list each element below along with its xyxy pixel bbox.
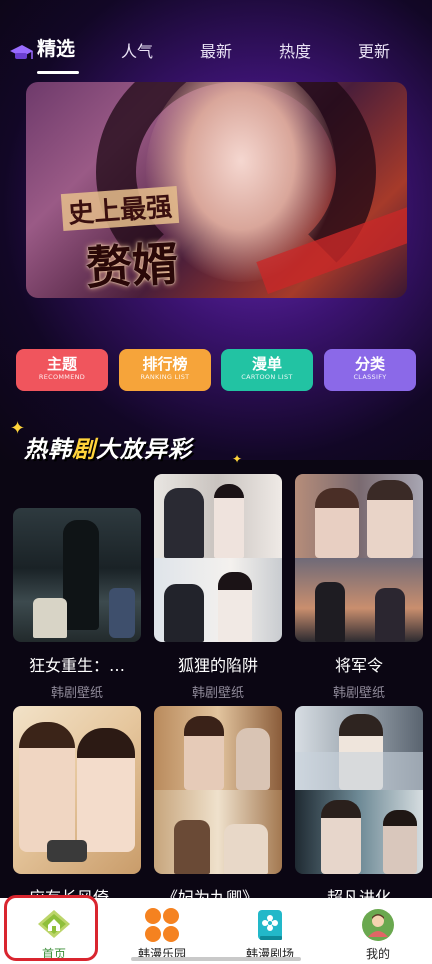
tab-hot[interactable]: 热度 [279,38,311,62]
sparkle-icon: ✦ [232,452,243,466]
drama-card[interactable]: 超凡进化 [295,706,423,908]
category-label: 分类 [354,355,385,373]
category-label: 排行榜 [142,355,188,373]
drama-card[interactable]: 狂女重生：… 韩剧壁纸 [13,508,141,701]
drama-thumbnail [295,706,423,874]
nav-comic-theater[interactable]: 韩漫剧场 [216,898,324,964]
profile-icon [362,909,394,941]
sparkle-icon: ✦ [10,418,26,439]
category-label: 漫单 [251,355,282,373]
section-title-text: 热韩剧大放异彩 [24,437,192,463]
category-buttons: 主题 RECOMMEND 排行榜 RANKING LIST 漫单 CARTOON… [16,349,416,391]
nav-comic-park[interactable]: 韩漫乐园 [108,898,216,964]
top-tab-bar: 精选 人气 最新 热度 更新 [0,28,432,74]
drama-card[interactable]: 狐狸的陷阱 韩剧壁纸 [154,474,282,701]
drama-thumbnail [154,706,282,874]
flower-book-icon [258,910,282,940]
drama-subtitle: 韩剧壁纸 [332,686,385,701]
grid-icon [145,908,179,942]
category-list-button[interactable]: 漫单 CARTOON LIST [221,349,313,391]
home-indicator[interactable] [131,957,301,961]
category-theme-button[interactable]: 主题 RECOMMEND [16,349,108,391]
drama-title: 狐狸的陷阱 [177,656,258,675]
drama-title: 将军令 [334,656,383,675]
category-sublabel: CARTOON LIST [241,373,293,381]
drama-card[interactable]: 应有长风倚… [13,706,141,908]
nav-label: 我的 [365,947,390,961]
category-label: 主题 [46,355,77,373]
drama-thumbnail [295,474,423,642]
drama-thumbnail [154,474,282,642]
drama-title: 狂女重生：… [28,656,125,675]
selection-highlight [4,895,98,961]
category-sublabel: RANKING LIST [140,373,190,381]
tab-updated[interactable]: 更新 [358,38,390,62]
drama-subtitle: 韩剧壁纸 [50,686,103,701]
drama-card[interactable]: 《妃为九卿》… [154,706,282,908]
category-classify-button[interactable]: 分类 CLASSIFY [324,349,416,391]
banner-title-line2: 赘婿 [84,236,180,296]
active-tab-indicator [37,71,79,74]
category-ranking-button[interactable]: 排行榜 RANKING LIST [119,349,211,391]
tab-featured[interactable]: 精选 [37,34,75,61]
tab-newest[interactable]: 最新 [200,38,232,62]
category-sublabel: RECOMMEND [38,373,86,381]
drama-thumbnail [13,706,141,874]
drama-thumbnail [13,508,141,642]
category-sublabel: CLASSIFY [353,373,387,381]
drama-card[interactable]: 将军令 韩剧壁纸 [295,474,423,701]
hero-banner[interactable]: 史上最强 赘婿 [26,82,407,298]
nav-profile[interactable]: 我的 [324,898,432,964]
drama-subtitle: 韩剧壁纸 [191,686,244,701]
tab-popular[interactable]: 人气 [121,38,153,62]
graduation-cap-icon [10,45,33,59]
